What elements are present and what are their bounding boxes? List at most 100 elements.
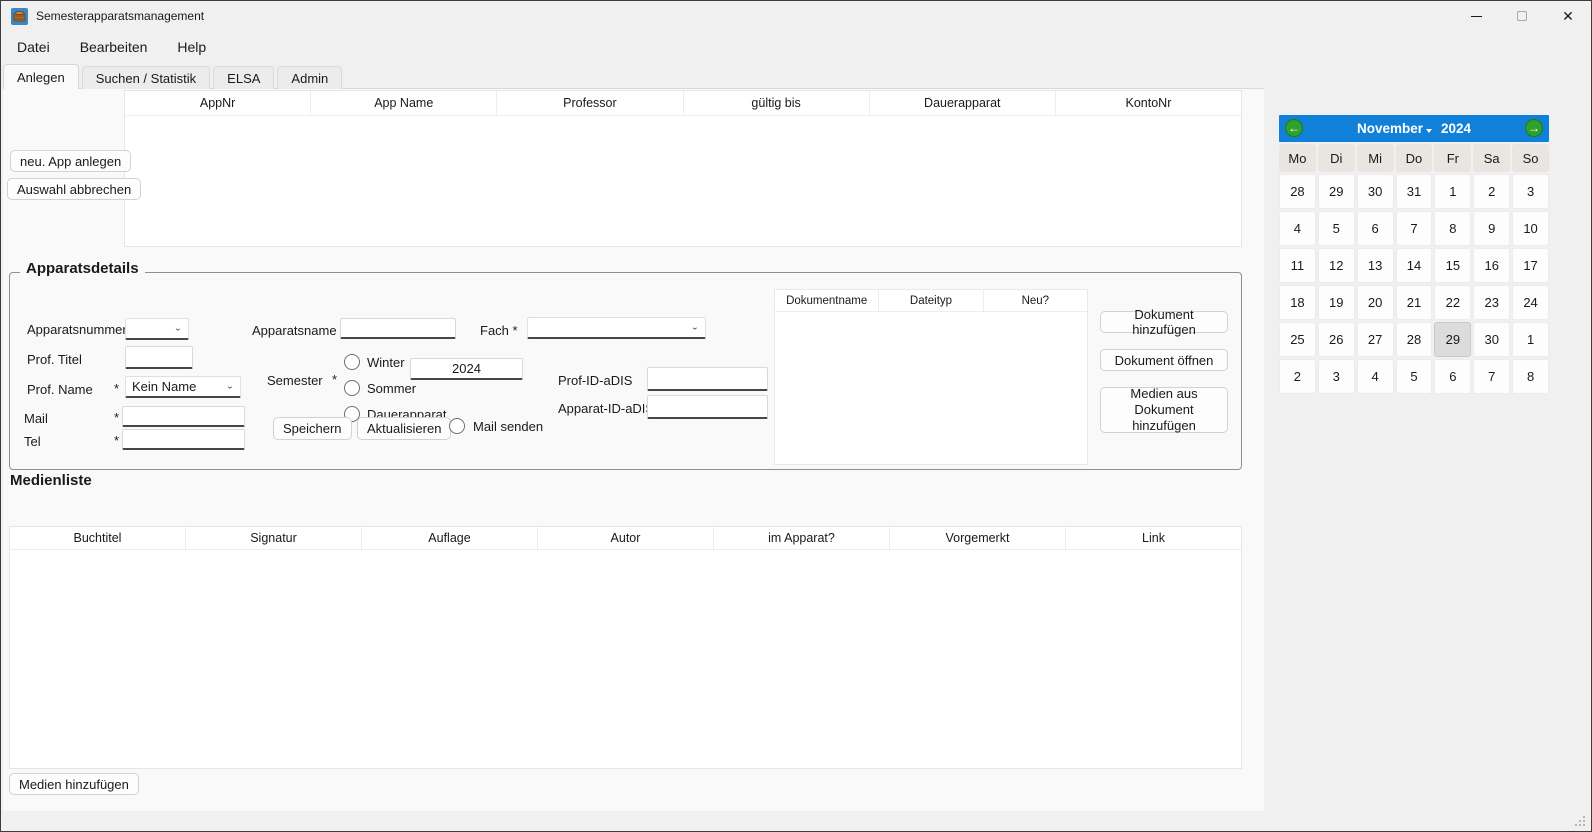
menu-item[interactable]: Datei	[17, 39, 50, 55]
calendar-day[interactable]: 18	[1279, 285, 1316, 320]
calendar-day[interactable]: 24	[1512, 285, 1549, 320]
refresh-button[interactable]: Aktualisieren	[357, 417, 451, 440]
apparatsnummer-select[interactable]: ⌄	[125, 318, 189, 340]
maximize-button[interactable]	[1499, 1, 1545, 31]
calendar-day[interactable]: 5	[1396, 359, 1433, 394]
document-table[interactable]: DokumentnameDateitypNeu?	[774, 289, 1088, 465]
media-table-column-header[interactable]: Vorgemerkt	[890, 527, 1066, 549]
calendar-day[interactable]: 4	[1279, 211, 1316, 246]
apps-table-column-header[interactable]: KontoNr	[1056, 91, 1241, 115]
document-table-column-header[interactable]: Neu?	[984, 290, 1087, 311]
tab[interactable]: ELSA	[213, 66, 274, 89]
calendar-day[interactable]: 31	[1396, 174, 1433, 209]
calendar-day[interactable]: 1	[1434, 174, 1471, 209]
calendar-day[interactable]: 3	[1512, 174, 1549, 209]
calendar-day[interactable]: 13	[1357, 248, 1394, 283]
cancel-selection-button[interactable]: Auswahl abbrechen	[7, 178, 141, 200]
calendar-day[interactable]: 28	[1279, 174, 1316, 209]
calendar-day[interactable]: 8	[1512, 359, 1549, 394]
menu-item[interactable]: Bearbeiten	[80, 39, 148, 55]
apps-table-column-header[interactable]: gültig bis	[684, 91, 870, 115]
apps-table-column-header[interactable]: Dauerapparat	[870, 91, 1056, 115]
mail-input[interactable]	[122, 406, 245, 427]
media-table-column-header[interactable]: im Apparat?	[714, 527, 890, 549]
media-table-column-header[interactable]: Auflage	[362, 527, 538, 549]
calendar-next-button[interactable]: →	[1525, 119, 1543, 137]
minimize-button[interactable]	[1453, 1, 1499, 31]
document-table-column-header[interactable]: Dokumentname	[775, 290, 879, 311]
close-button[interactable]: ✕	[1545, 1, 1591, 31]
media-table-column-header[interactable]: Buchtitel	[10, 527, 186, 549]
tab[interactable]: Anlegen	[3, 64, 79, 89]
tab[interactable]: Admin	[277, 66, 342, 89]
calendar-day[interactable]: 26	[1318, 322, 1355, 357]
calendar-day[interactable]: 4	[1357, 359, 1394, 394]
calendar-day[interactable]: 30	[1473, 322, 1510, 357]
calendar-day[interactable]: 29	[1318, 174, 1355, 209]
apparatsnummer-label: Apparatsnummer	[27, 318, 127, 340]
calendar-day[interactable]: 2	[1279, 359, 1316, 394]
calendar-day[interactable]: 25	[1279, 322, 1316, 357]
calendar-weekday: Fr	[1434, 144, 1471, 172]
calendar-year[interactable]: 2024	[1441, 121, 1471, 136]
calendar-prev-button[interactable]: ←	[1285, 119, 1303, 137]
apparatsname-input[interactable]	[340, 318, 456, 339]
fach-select[interactable]: ⌄	[527, 317, 706, 339]
media-from-document-button[interactable]: Medien aus Dokument hinzufügen	[1100, 387, 1228, 433]
calendar-day[interactable]: 22	[1434, 285, 1471, 320]
document-table-column-header[interactable]: Dateityp	[879, 290, 983, 311]
calendar-month-year[interactable]: November 2024	[1279, 121, 1549, 136]
media-table-column-header[interactable]: Link	[1066, 527, 1241, 549]
calendar-day[interactable]: 6	[1357, 211, 1394, 246]
calendar-day[interactable]: 7	[1473, 359, 1510, 394]
apps-table-column-header[interactable]: Professor	[497, 91, 683, 115]
apps-table-column-header[interactable]: AppNr	[125, 91, 311, 115]
calendar-day[interactable]: 23	[1473, 285, 1510, 320]
resize-grip[interactable]	[1573, 814, 1585, 826]
tel-input[interactable]	[122, 429, 245, 450]
calendar-day[interactable]: 6	[1434, 359, 1471, 394]
calendar-day[interactable]: 21	[1396, 285, 1433, 320]
prof-name-select[interactable]: Kein Name ⌄	[125, 376, 241, 398]
calendar-day[interactable]: 5	[1318, 211, 1355, 246]
calendar-day[interactable]: 12	[1318, 248, 1355, 283]
calendar-day[interactable]: 1	[1512, 322, 1549, 357]
calendar-day[interactable]: 9	[1473, 211, 1510, 246]
media-table[interactable]: BuchtitelSignaturAuflageAutorim Apparat?…	[9, 526, 1242, 769]
apparat-id-adis-input[interactable]	[647, 395, 768, 419]
apps-table-column-header[interactable]: App Name	[311, 91, 497, 115]
apps-table[interactable]: AppNrApp NameProfessorgültig bisDauerapp…	[124, 90, 1242, 247]
document-open-button[interactable]: Dokument öffnen	[1100, 349, 1228, 371]
calendar-day[interactable]: 29	[1434, 322, 1471, 357]
calendar-day[interactable]: 11	[1279, 248, 1316, 283]
calendar-day[interactable]: 20	[1357, 285, 1394, 320]
media-table-column-header[interactable]: Signatur	[186, 527, 362, 549]
calendar-day[interactable]: 8	[1434, 211, 1471, 246]
menu-item[interactable]: Help	[177, 39, 206, 55]
tab[interactable]: Suchen / Statistik	[82, 66, 210, 89]
add-media-button[interactable]: Medien hinzufügen	[9, 773, 139, 795]
document-add-button[interactable]: Dokument hinzufügen	[1100, 311, 1228, 333]
calendar-day[interactable]: 2	[1473, 174, 1510, 209]
calendar-day[interactable]: 14	[1396, 248, 1433, 283]
calendar-day[interactable]: 27	[1357, 322, 1394, 357]
calendar-day[interactable]: 15	[1434, 248, 1471, 283]
semester-required-marker: *	[332, 372, 337, 387]
calendar-day[interactable]: 16	[1473, 248, 1510, 283]
calendar-month[interactable]: November	[1357, 121, 1423, 136]
semester-year-input[interactable]	[410, 358, 523, 380]
calendar-day[interactable]: 3	[1318, 359, 1355, 394]
calendar-day[interactable]: 28	[1396, 322, 1433, 357]
prof-name-required-marker: *	[114, 381, 119, 396]
calendar-day[interactable]: 10	[1512, 211, 1549, 246]
prof-titel-input[interactable]	[125, 346, 193, 369]
calendar-day[interactable]: 17	[1512, 248, 1549, 283]
mail-senden-checkbox[interactable]: Mail senden	[449, 418, 543, 434]
save-button[interactable]: Speichern	[273, 417, 352, 440]
prof-id-adis-input[interactable]	[647, 367, 768, 391]
calendar-day[interactable]: 30	[1357, 174, 1394, 209]
calendar-day[interactable]: 7	[1396, 211, 1433, 246]
calendar-day[interactable]: 19	[1318, 285, 1355, 320]
media-table-column-header[interactable]: Autor	[538, 527, 714, 549]
new-app-button[interactable]: neu. App anlegen	[10, 150, 131, 172]
